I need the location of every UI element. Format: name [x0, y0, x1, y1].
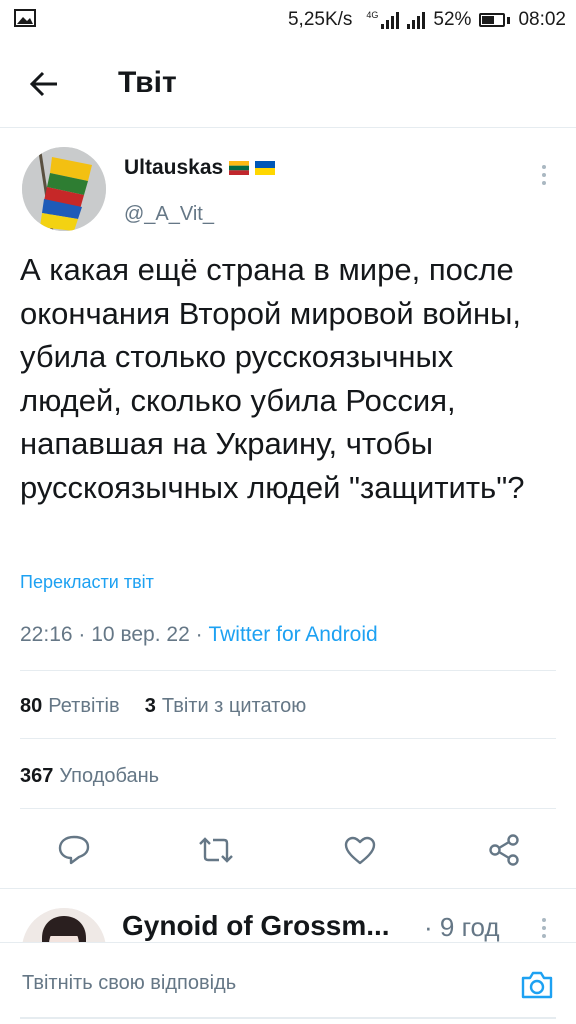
heart-icon [344, 836, 376, 865]
camera-button[interactable] [518, 967, 556, 1003]
reply-time: · 9 год [424, 912, 500, 942]
tweet-text: А какая ещё страна в мире, после окончан… [20, 252, 525, 505]
ukraine-flag-icon [255, 161, 276, 175]
meta-separator: · [78, 623, 86, 646]
reply-more-options-button[interactable] [532, 914, 556, 942]
signal-icon [407, 11, 426, 29]
network-type: 4G [366, 10, 379, 20]
divider [20, 670, 556, 671]
gallery-notification-icon [14, 9, 36, 27]
divider [20, 808, 556, 809]
avatar-image [22, 147, 106, 231]
retweet-button[interactable] [196, 830, 236, 870]
likes-stats-row[interactable]: 367 Уподобань [20, 765, 159, 788]
reply-input[interactable]: Твітніть свою відповідь [22, 972, 236, 995]
dot-icon [542, 918, 546, 922]
page-title: Твіт [118, 66, 177, 99]
dot-icon [542, 173, 546, 177]
translate-tweet-link[interactable]: Перекласти твіт [20, 572, 154, 593]
section-divider [0, 888, 576, 889]
tweet-source-link[interactable]: Twitter for Android [208, 623, 377, 646]
arrow-left-icon [29, 71, 57, 97]
dot-icon [542, 181, 546, 185]
likes-label: Уподобань [59, 765, 160, 787]
tweet-meta: 22:16 · 10 вер. 22 · Twitter for Android [20, 623, 378, 647]
header: Твіт [0, 40, 576, 128]
dot-icon [542, 934, 546, 938]
reply-compose-bar: Твітніть свою відповідь [0, 942, 576, 1024]
share-icon [489, 834, 519, 866]
tweet-time: 22:16 [20, 623, 73, 646]
reply-icon [58, 835, 90, 865]
more-options-button[interactable] [532, 160, 556, 190]
share-button[interactable] [484, 830, 524, 870]
tweet-actions [0, 826, 576, 876]
author-name-row: Ultauskas [124, 156, 276, 180]
input-underline [20, 1017, 556, 1019]
like-button[interactable] [340, 830, 380, 870]
quotes-stat[interactable]: 3 Твіти з цитатою [145, 695, 306, 717]
battery-percent: 52% [433, 9, 472, 30]
clock: 08:02 [518, 9, 566, 30]
status-bar: 5,25K/s 4G 52% 08:02 [0, 0, 576, 40]
retweet-icon [199, 837, 233, 863]
dot-icon [542, 926, 546, 930]
signal-4g-icon: 4G [366, 10, 400, 29]
back-button[interactable] [22, 62, 66, 106]
meta-separator: · [195, 623, 203, 646]
quotes-label: Твіти з цитатою [161, 695, 307, 717]
likes-count: 367 [20, 765, 54, 787]
author-name[interactable]: Ultauskas [124, 156, 223, 180]
quotes-count: 3 [144, 695, 156, 717]
reply-button[interactable] [54, 830, 94, 870]
network-speed: 5,25K/s [287, 9, 353, 30]
retweets-label: Ретвітів [48, 695, 120, 717]
retweets-stat[interactable]: 80 Ретвітів [20, 695, 120, 717]
divider [20, 738, 556, 739]
retweets-count: 80 [20, 695, 43, 717]
status-bar-right: 5,25K/s 4G 52% 08:02 [288, 0, 566, 40]
retweet-stats-row: 80 Ретвітів 3 Твіти з цитатою [20, 695, 306, 718]
author-avatar[interactable] [22, 147, 106, 231]
battery-icon [479, 13, 511, 27]
camera-icon [521, 971, 553, 999]
tweet-date: 10 вер. 22 [91, 623, 190, 646]
reply-author-name[interactable]: Gynoid of Grossm... [122, 910, 390, 942]
author-handle[interactable]: @_A_Vit_ [124, 203, 214, 226]
dot-icon [542, 165, 546, 169]
lithuania-flag-icon [229, 161, 250, 175]
